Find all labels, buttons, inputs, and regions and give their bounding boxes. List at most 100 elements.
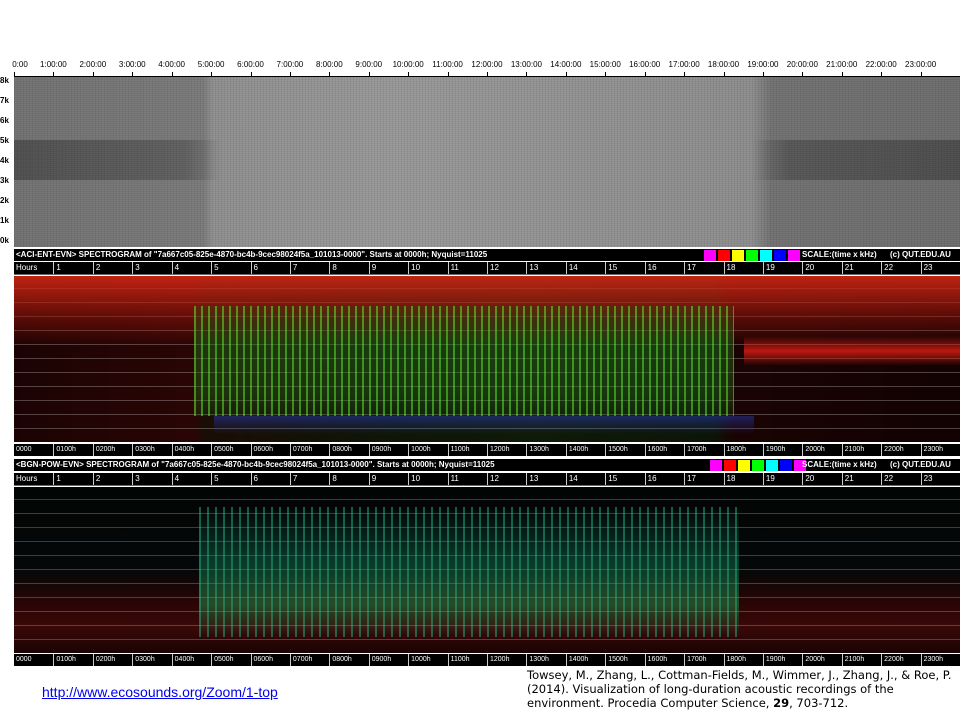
aci-hours-row: Hours 1 2 3 4 5 6 7 8 9 10 11 12 13 14 15 16 17 18 19 20 21 2… xyxy=(14,262,960,275)
hour-label: 13 xyxy=(526,262,538,274)
time-tick-mark xyxy=(53,72,55,76)
hour-label: 11 xyxy=(447,473,459,485)
footer-time-label: 0700h xyxy=(289,654,312,666)
frequency-tick-label: 4k xyxy=(0,156,9,165)
frequency-tick-label: 1k xyxy=(0,216,9,225)
time-tick-mark xyxy=(881,72,883,76)
hour-label: 20 xyxy=(802,473,814,485)
frequency-tick-label: 5k xyxy=(0,136,9,145)
footer-time-label: 2200h xyxy=(881,444,904,456)
hour-label: 8 xyxy=(329,262,337,274)
frequency-tick-label: 0k xyxy=(0,236,9,245)
colour-swatch xyxy=(718,250,730,261)
time-tick-mark xyxy=(14,72,15,76)
hour-label: 22 xyxy=(881,262,893,274)
citation-volume: 29 xyxy=(773,696,790,710)
footer-time-label: 0500h xyxy=(211,654,234,666)
aci-green-layer xyxy=(194,306,734,416)
footer-time-label: 0200h xyxy=(92,444,115,456)
time-tick-mark xyxy=(171,72,173,76)
footer-time-label: 1800h xyxy=(723,444,746,456)
time-tick-mark xyxy=(289,72,291,76)
footer-time-label: 1700h xyxy=(684,654,707,666)
time-tick-label: 14:00:00 xyxy=(550,60,582,69)
time-tick-label: 15:00:00 xyxy=(589,60,621,69)
footer-time-label: 1300h xyxy=(526,444,549,456)
aci-scale-label: SCALE:(time x kHz) xyxy=(802,250,877,259)
time-tick-mark xyxy=(92,72,94,76)
hour-label: 7 xyxy=(289,262,297,274)
time-tick-label: 3:00:00 xyxy=(118,60,146,69)
aci-panel-title: <ACI-ENT-EVN> SPECTROGRAM of "7a667c05-8… xyxy=(16,250,488,259)
hour-label: 21 xyxy=(841,262,854,274)
colour-swatch xyxy=(760,250,772,261)
hour-label: 7 xyxy=(289,473,297,485)
colour-swatch xyxy=(774,250,786,261)
time-tick-label: 8:00:00 xyxy=(315,60,343,69)
hour-label: 13 xyxy=(526,473,538,485)
time-tick-label: 5:00:00 xyxy=(197,60,225,69)
time-tick-mark xyxy=(802,72,804,76)
time-tick-mark xyxy=(132,72,134,76)
time-tick-mark xyxy=(487,72,488,76)
hour-label: 19 xyxy=(762,262,775,274)
footer-time-label: 0100h xyxy=(53,444,76,456)
footer-time-label: 1100h xyxy=(447,654,470,666)
hour-label: 2 xyxy=(92,473,100,485)
colour-swatch xyxy=(746,250,758,261)
footer-time-label: 2000h xyxy=(802,444,825,456)
colour-swatch xyxy=(738,460,750,471)
hour-label: 5 xyxy=(211,262,219,274)
time-tick-mark xyxy=(920,72,922,76)
hour-label: 21 xyxy=(841,473,854,485)
citation: Towsey, M., Zhang, L., Cottman-Fields, M… xyxy=(527,668,957,710)
time-tick-mark xyxy=(408,72,410,76)
time-tick-label: 9:00:00 xyxy=(355,60,383,69)
hour-label: 20 xyxy=(802,262,814,274)
time-tick-mark xyxy=(447,72,449,76)
footer-time-label: 1400h xyxy=(565,654,588,666)
time-tick-mark xyxy=(684,72,686,76)
bgn-green-layer xyxy=(199,507,739,637)
footer-time-label: 0500h xyxy=(211,444,234,456)
hour-label: 16 xyxy=(644,262,657,274)
hour-label: 19 xyxy=(762,473,775,485)
time-tick-label: 18:00:00 xyxy=(707,60,740,69)
footer-time-label: 2200h xyxy=(881,654,904,666)
footer-time-label: 0100h xyxy=(53,654,76,666)
aci-evening-red-band xyxy=(744,336,960,366)
time-tick-mark xyxy=(250,72,252,76)
footer-time-label: 0000 xyxy=(16,446,32,453)
footer-time-label: 1000h xyxy=(408,444,431,456)
hour-label: 6 xyxy=(250,473,258,485)
footer-time-label: 0700h xyxy=(289,444,312,456)
ecosounds-zoom-link[interactable]: http://www.ecosounds.org/Zoom/1-top xyxy=(42,684,278,700)
footer-time-label: 0000 xyxy=(16,656,32,663)
hour-label: 6 xyxy=(250,262,258,274)
hour-label: 4 xyxy=(171,262,179,274)
time-tick-mark xyxy=(565,72,567,76)
bgn-false-colour-spectrogram xyxy=(14,487,960,653)
bgn-hours-label: Hours xyxy=(16,474,38,483)
time-tick-mark xyxy=(644,72,646,76)
footer-time-label: 0600h xyxy=(250,444,273,456)
bgn-hours-row: Hours 1 2 3 4 5 6 7 8 9 10 11 12 13 14 15 16 17 18 19 20 21 2… xyxy=(14,473,960,486)
time-tick-label: 13:00:00 xyxy=(510,60,542,69)
bgn-scale-label: SCALE:(time x kHz) xyxy=(802,460,877,469)
citation-pages: , 703-712. xyxy=(789,696,849,710)
colour-swatch xyxy=(752,460,764,471)
footer-time-label: 1200h xyxy=(487,444,509,456)
footer-time-label: 1400h xyxy=(565,444,588,456)
colour-swatch xyxy=(780,460,792,471)
colour-swatch xyxy=(766,460,778,471)
frequency-tick-label: 3k xyxy=(0,176,9,185)
colour-swatch xyxy=(710,460,722,471)
footer-time-label: 0300h xyxy=(132,654,155,666)
colour-swatch xyxy=(788,250,800,261)
frequency-tick-label: 8k xyxy=(0,76,9,85)
colour-swatch xyxy=(732,250,744,261)
hour-label: 1 xyxy=(53,473,61,485)
time-tick-label: 16:00:00 xyxy=(629,60,661,69)
footer-time-label: 0900h xyxy=(368,444,391,456)
hour-label: 14 xyxy=(565,262,578,274)
